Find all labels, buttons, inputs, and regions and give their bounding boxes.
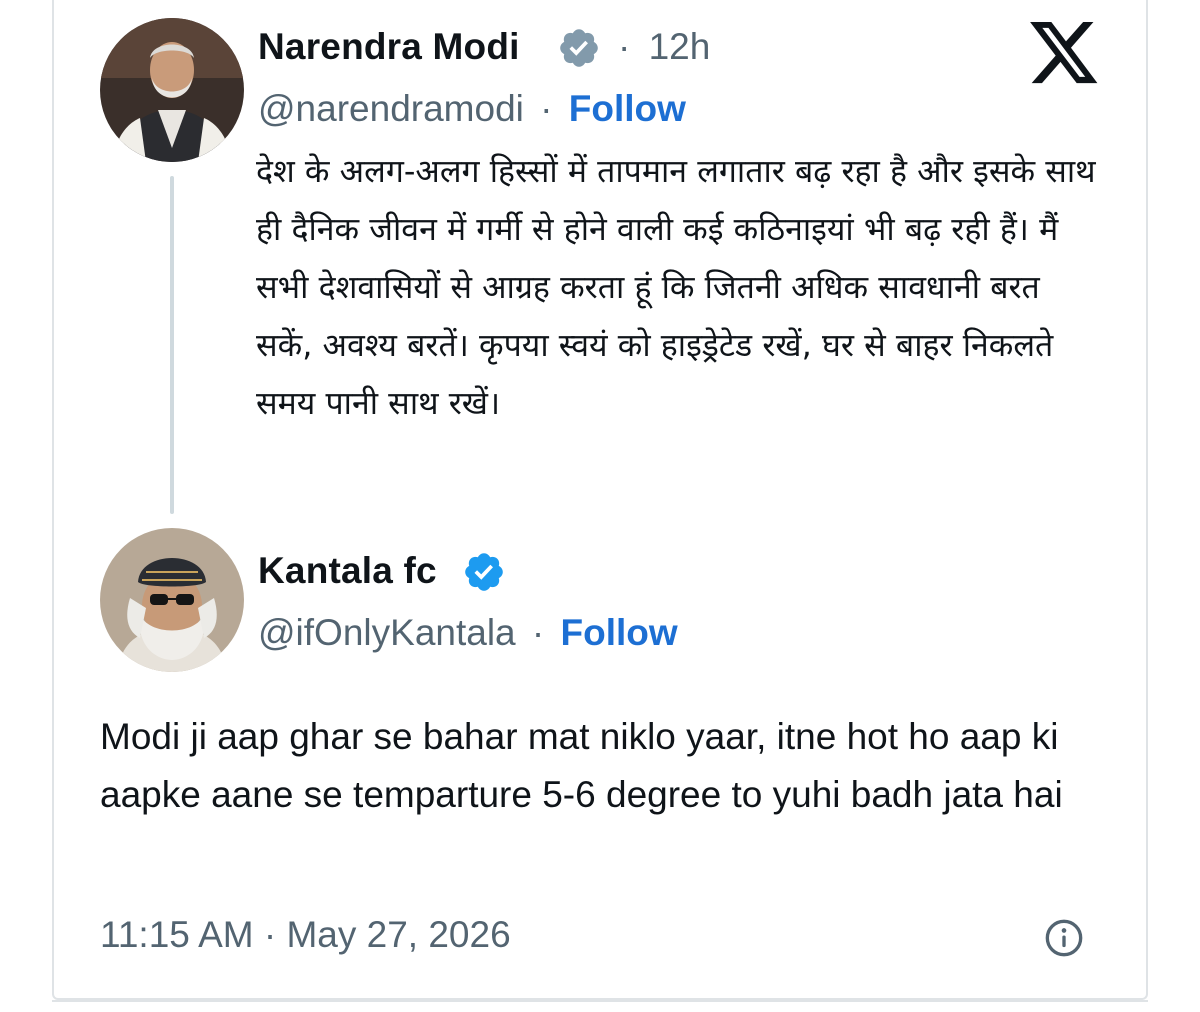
gray-verified-badge-icon: [560, 29, 598, 67]
thread-connector-line: [170, 176, 174, 514]
reply-author-handle-line: @ifOnlyKantala · Follow: [258, 612, 678, 654]
kantala-fc-avatar[interactable]: [100, 528, 244, 672]
follow-button[interactable]: Follow: [569, 88, 686, 129]
meta-separator: ·: [618, 26, 631, 67]
blue-verified-badge-icon: [465, 553, 503, 591]
narendra-modi-avatar[interactable]: [100, 18, 244, 162]
meta-separator: ·: [531, 612, 545, 653]
reply-follow-button[interactable]: Follow: [561, 612, 678, 653]
reply-author-name[interactable]: Kantala fc: [258, 550, 437, 592]
author-name[interactable]: Narendra Modi: [258, 26, 520, 68]
x-logo-icon[interactable]: [1030, 22, 1100, 86]
meta-separator: ·: [540, 88, 553, 129]
tweet-time-ago[interactable]: · 12h: [618, 26, 710, 68]
reply-timestamp[interactable]: 11:15 AM · May 27, 2026: [100, 914, 511, 956]
reply-author-handle[interactable]: @ifOnlyKantala: [258, 612, 516, 653]
author-handle-line: @narendramodi · Follow: [258, 88, 686, 130]
reply-body-text: Modi ji aap ghar se bahar mat niklo yaar…: [100, 716, 1063, 815]
tweet-body-text: देश के अलग-अलग हिस्सों में तापमान लगातार…: [256, 152, 1096, 422]
info-icon[interactable]: [1044, 918, 1084, 958]
card-bottom-divider: [52, 1000, 1148, 1002]
author-handle[interactable]: @narendramodi: [258, 88, 524, 129]
time-ago-label: 12h: [648, 26, 711, 67]
